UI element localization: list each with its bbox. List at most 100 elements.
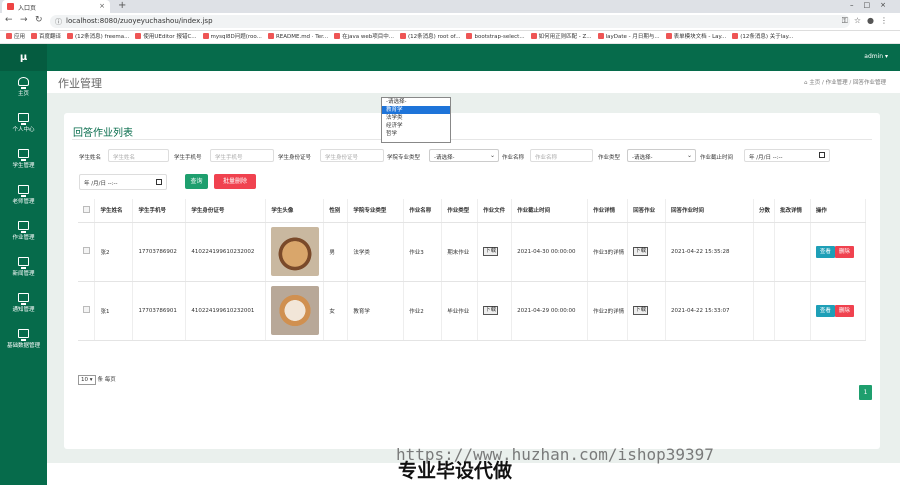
page-button-1[interactable]: 1 bbox=[859, 385, 872, 400]
card-title: 回答作业列表 bbox=[73, 128, 133, 139]
sidebar-item-7[interactable]: 基础数据管理 bbox=[0, 323, 47, 359]
forward-icon[interactable]: → bbox=[20, 15, 28, 25]
bookmark-icon bbox=[334, 33, 341, 39]
table-row: 张1 17703786901 410224199610232001 女教育学 作业2 毕业… bbox=[78, 281, 867, 341]
bookmark-item[interactable]: 如何用正则匹配 - Z... bbox=[530, 31, 592, 43]
address-bar[interactable]: ⓘ localhost:8080/zuoyeyuchashou/index.js… bbox=[50, 15, 850, 28]
calendar-icon[interactable] bbox=[819, 152, 825, 158]
cell-gender: 女 bbox=[323, 281, 349, 341]
delete-button[interactable]: 删除 bbox=[834, 304, 854, 317]
column-header: 学生手机号 bbox=[132, 199, 187, 223]
deadline-start-input[interactable]: 年 /月/日 --:-- bbox=[744, 149, 830, 162]
sidebar-item-6[interactable]: 通知管理 bbox=[0, 287, 47, 323]
column-header: 性别 bbox=[323, 199, 349, 223]
sidebar-item-label: 通知管理 bbox=[12, 307, 35, 313]
sidebar-item-4[interactable]: 作业管理 bbox=[0, 215, 47, 251]
bookmark-item[interactable]: (12条消息) 关于lay... bbox=[732, 31, 793, 43]
sidebar-item-1[interactable]: 个人中心 bbox=[0, 107, 47, 143]
filter-idcard-input[interactable]: 学生身份证号 bbox=[320, 149, 384, 162]
select-all-checkbox[interactable] bbox=[83, 205, 90, 213]
filter-hwname-input[interactable]: 作业名称 bbox=[530, 149, 593, 162]
calendar-icon[interactable] bbox=[156, 179, 162, 185]
sidebar-item-2[interactable]: 学生管理 bbox=[0, 143, 47, 179]
cell-review bbox=[774, 222, 811, 282]
sidebar-item-3[interactable]: 老师管理 bbox=[0, 179, 47, 215]
bookmark-icon bbox=[665, 33, 672, 39]
bookmark-item[interactable]: mysql8D问题(roo... bbox=[202, 31, 262, 43]
browser-tab-bar: 入口页 × + –□× bbox=[0, 0, 900, 13]
close-tab-icon[interactable]: × bbox=[99, 2, 105, 10]
cell-idcard: 410224199610232001 bbox=[185, 281, 267, 341]
dropdown-option[interactable]: 哲学 bbox=[382, 130, 450, 138]
batch-delete-button[interactable]: 批量删除 bbox=[214, 174, 256, 189]
column-header: 作业截止时间 bbox=[511, 199, 589, 223]
toolbar-icons[interactable]: ⚿☆●⋮ bbox=[842, 16, 894, 26]
view-button[interactable]: 查看 bbox=[815, 245, 835, 258]
filter-idcard-label: 学生身份证号 bbox=[278, 155, 312, 161]
page-size-select[interactable]: 10 ▾ bbox=[78, 375, 96, 385]
column-header: 回答作业时间 bbox=[665, 199, 754, 223]
bookmark-item[interactable]: 使用UEditor 报错C... bbox=[135, 31, 197, 43]
bookmark-item[interactable]: 应用 bbox=[6, 31, 25, 43]
deadline-end-input[interactable]: 年 /月/日 --:-- bbox=[79, 174, 167, 190]
download-button[interactable]: 下载 bbox=[483, 306, 499, 315]
row-checkbox[interactable] bbox=[83, 306, 90, 313]
download-button[interactable]: 下载 bbox=[483, 247, 499, 256]
filter-phone-input[interactable]: 学生手机号 bbox=[210, 149, 274, 162]
dropdown-option[interactable]: 教育学 bbox=[382, 106, 450, 114]
bookmark-label: 应用 bbox=[14, 34, 26, 40]
bookmark-label: 在java web项目中... bbox=[342, 34, 394, 40]
bookmark-item[interactable]: README.md · Ter... bbox=[267, 31, 328, 43]
bookmark-label: (12条消息) freema... bbox=[75, 34, 130, 40]
answers-table: 学生姓名 学生手机号 学生身份证号 学生头像 性别 学院专业类型 作业名称 作业类型 作业文件作… bbox=[78, 199, 867, 341]
cell-name: 张1 bbox=[94, 281, 134, 341]
bookmark-item[interactable]: 表单模块文档 - Lay... bbox=[665, 31, 726, 43]
bookmark-item[interactable]: 在java web项目中... bbox=[334, 31, 394, 43]
row-checkbox-cell bbox=[78, 281, 96, 341]
row-checkbox[interactable] bbox=[83, 247, 90, 254]
filter-name-input[interactable]: 学生姓名 bbox=[108, 149, 169, 162]
window-controls[interactable]: –□× bbox=[850, 1, 896, 9]
date-end-text: 年 /月/日 --:-- bbox=[84, 181, 118, 187]
new-tab-icon[interactable]: + bbox=[118, 0, 126, 12]
cell-gender: 男 bbox=[323, 222, 349, 282]
filter-major-label: 学院专业类型 bbox=[387, 155, 421, 161]
filter-hwtype-select[interactable]: -请选择- ⌄ bbox=[627, 149, 696, 162]
user-menu[interactable]: admin ▾ bbox=[864, 53, 888, 60]
sidebar-item-label: 新闻管理 bbox=[12, 271, 35, 277]
page-header: 作业管理 ⌂ 主页 / 作业管理 / 回答作业管理 bbox=[47, 71, 900, 93]
view-button[interactable]: 查看 bbox=[815, 304, 835, 317]
bookmark-item[interactable]: layDate - 月日期与... bbox=[597, 31, 660, 43]
browser-tab[interactable]: 入口页 × bbox=[2, 0, 110, 13]
column-header: 学院专业类型 bbox=[347, 199, 405, 223]
filter-major-select[interactable]: -请选择- ⌄ bbox=[429, 149, 499, 162]
column-header: 学生身份证号 bbox=[185, 199, 267, 223]
dropdown-option[interactable]: 法学类 bbox=[382, 114, 450, 122]
cell-hwtype: 毕业作业 bbox=[441, 281, 479, 341]
bookmark-item[interactable]: bootstrap-select... bbox=[466, 31, 525, 43]
bookmark-item[interactable]: (12条消息) freema... bbox=[67, 31, 129, 43]
chevron-down-icon: ⌄ bbox=[686, 152, 692, 159]
bookmark-label: 百度翻译 bbox=[39, 34, 62, 40]
cell-deadline: 2021-04-29 00:00:00 bbox=[511, 281, 589, 341]
download-button[interactable]: 下载 bbox=[633, 306, 649, 315]
sidebar-item-label: 学生管理 bbox=[12, 163, 35, 169]
bookmark-item[interactable]: (12条消息) root of... bbox=[400, 31, 460, 43]
bookmark-item[interactable]: 百度翻译 bbox=[31, 31, 61, 43]
dropdown-option[interactable]: -请选择- bbox=[382, 98, 450, 106]
sidebar-item-5[interactable]: 新闻管理 bbox=[0, 251, 47, 287]
search-button[interactable]: 查询 bbox=[185, 174, 208, 189]
delete-button[interactable]: 删除 bbox=[834, 245, 854, 258]
download-button[interactable]: 下载 bbox=[633, 247, 649, 256]
major-dropdown-list[interactable]: -请选择- 教育学 法学类 经济学 哲学 bbox=[381, 97, 451, 143]
bookmark-icon bbox=[400, 33, 406, 39]
bookmark-label: mysql8D问题(roo... bbox=[210, 34, 262, 40]
dropdown-option[interactable]: 经济学 bbox=[382, 122, 450, 130]
sidebar-item-0[interactable]: 主页 bbox=[0, 71, 47, 107]
info-icon: ⓘ bbox=[55, 18, 62, 26]
row-checkbox-cell bbox=[78, 222, 96, 282]
reload-icon[interactable]: ↻ bbox=[35, 15, 43, 25]
back-icon[interactable]: ← bbox=[5, 15, 13, 25]
monitor-icon bbox=[18, 221, 29, 233]
cell-detail: 作业3的详情 bbox=[587, 222, 629, 282]
